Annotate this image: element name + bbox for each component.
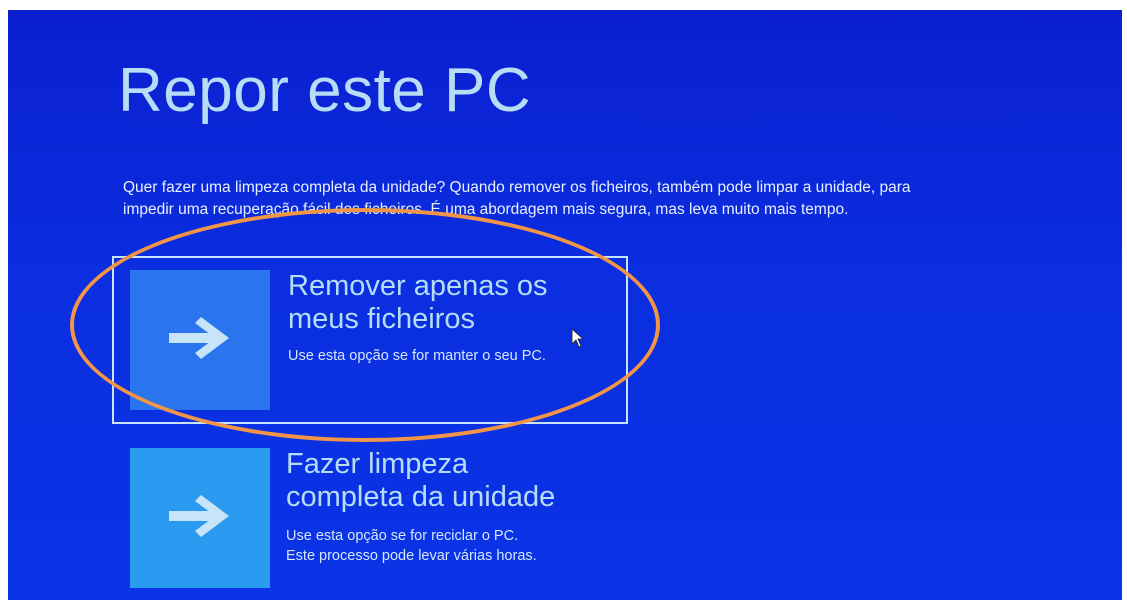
description-line-1: Quer fazer uma limpeza completa da unida…: [123, 179, 911, 196]
option-title-line-1: Fazer limpeza: [286, 448, 469, 480]
option-tile: [130, 270, 270, 410]
arrow-right-icon: [165, 491, 235, 546]
option-description-line-2: Este processo pode levar várias horas.: [286, 548, 537, 564]
option-title-line-2: meus ficheiros: [288, 303, 475, 335]
option-remove-files-only[interactable]: Remover apenas os meus ficheiros Use est…: [112, 256, 628, 424]
description-line-2: impedir uma recuperação fácil dos fichei…: [123, 201, 849, 218]
option-description: Use esta opção se for reciclar o PC. Est…: [286, 526, 537, 566]
option-tile: [130, 448, 270, 588]
page-description: Quer fazer uma limpeza completa da unida…: [123, 177, 1103, 221]
option-description: Use esta opção se for manter o seu PC.: [288, 348, 546, 364]
mouse-cursor-icon: [571, 328, 585, 348]
option-description-line-1: Use esta opção se for reciclar o PC.: [286, 528, 519, 544]
page-title: Repor este PC: [118, 56, 532, 125]
option-title: Fazer limpeza completa da unidade: [286, 448, 555, 514]
option-title-line-2: completa da unidade: [286, 481, 556, 513]
option-title: Remover apenas os meus ficheiros: [288, 270, 548, 336]
recovery-screen: Repor este PC Quer fazer uma limpeza com…: [8, 10, 1122, 600]
arrow-right-icon: [165, 313, 235, 368]
option-full-clean[interactable]: Fazer limpeza completa da unidade Use es…: [130, 448, 650, 590]
option-title-line-1: Remover apenas os: [288, 270, 548, 302]
